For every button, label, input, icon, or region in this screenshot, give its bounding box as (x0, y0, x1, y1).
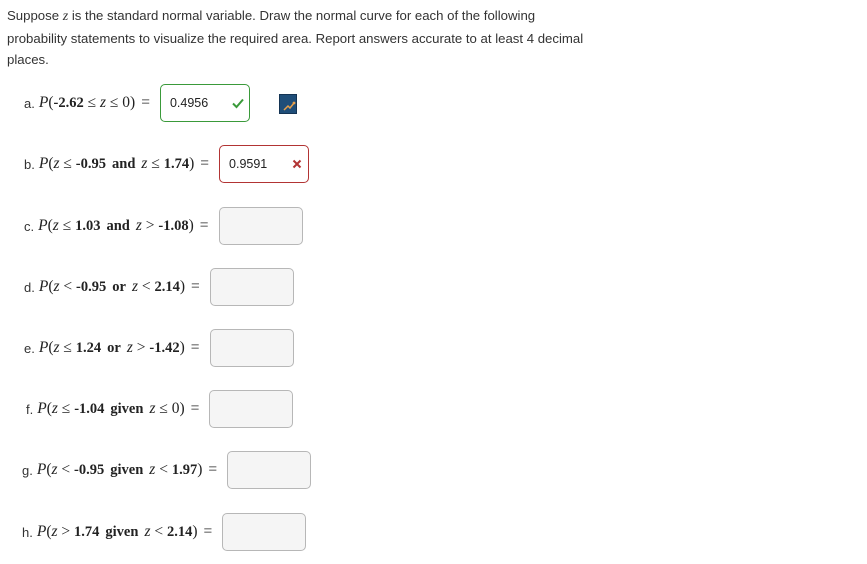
answer-field-e[interactable] (209, 329, 294, 367)
question-letter: g. (22, 462, 33, 478)
prompt-text-1: Suppose (7, 8, 63, 23)
probability-expression: P(z > 1.74 given z < 2.14) = (36, 523, 213, 540)
question-letter: d. (24, 279, 35, 295)
question-h: h. P(z > 1.74 given z < 2.14) = (22, 513, 307, 551)
graph-hint-icon (283, 101, 296, 111)
question-letter: e. (24, 340, 35, 356)
question-e: e. P(z ≤ 1.24 or z > -1.42) = (24, 329, 294, 367)
probability-expression: P(z < -0.95 given z < 1.97) = (36, 461, 218, 478)
question-g: g. P(z < -0.95 given z < 1.97) = (22, 451, 312, 489)
probability-expression: P(z ≤ 1.24 or z > -1.42) = (38, 339, 200, 356)
x-icon (292, 159, 302, 169)
probability-expression: P(z < -0.95 or z < 2.14) = (38, 278, 200, 295)
probability-expression: P(z ≤ 1.03 and z > -1.08) = (38, 217, 209, 234)
answer-field-f[interactable] (209, 390, 294, 428)
answer-value: 0.4956 (169, 96, 209, 110)
probability-expression: P(-2.62 ≤ z ≤ 0) = (38, 94, 150, 111)
question-letter: a. (24, 95, 35, 111)
probability-expression: P(z ≤ -0.95 and z ≤ 1.74) = (38, 155, 210, 172)
question-b: b. P(z ≤ -0.95 and z ≤ 1.74) = 0.9591 (24, 145, 310, 183)
question-f: f. P(z ≤ -1.04 given z ≤ 0) = (26, 390, 294, 428)
question-a: a. P(-2.62 ≤ z ≤ 0) = 0.4956 (24, 84, 250, 122)
answer-field-a[interactable]: 0.4956 (159, 84, 250, 122)
question-d: d. P(z < -0.95 or z < 2.14) = (24, 268, 294, 306)
answer-field-c[interactable] (218, 207, 303, 245)
question-letter: b. (24, 156, 35, 172)
question-c: c. P(z ≤ 1.03 and z > -1.08) = (24, 207, 303, 245)
answer-field-d[interactable] (209, 268, 294, 306)
question-letter: h. (22, 524, 33, 540)
graph-hint-button[interactable] (279, 94, 297, 114)
answer-field-g[interactable] (227, 451, 312, 489)
question-letter: f. (26, 401, 34, 417)
question-prompt: Suppose z is the standard normal variabl… (7, 5, 587, 71)
answer-value: 0.9591 (229, 157, 268, 171)
answer-field-b[interactable]: 0.9591 (219, 145, 310, 183)
answer-field-h[interactable] (222, 513, 307, 551)
prompt-text-2: is the standard normal variable. Draw th… (7, 8, 584, 67)
question-letter: c. (24, 218, 35, 234)
probability-expression: P(z ≤ -1.04 given z ≤ 0) = (37, 400, 200, 417)
check-icon (232, 98, 244, 109)
